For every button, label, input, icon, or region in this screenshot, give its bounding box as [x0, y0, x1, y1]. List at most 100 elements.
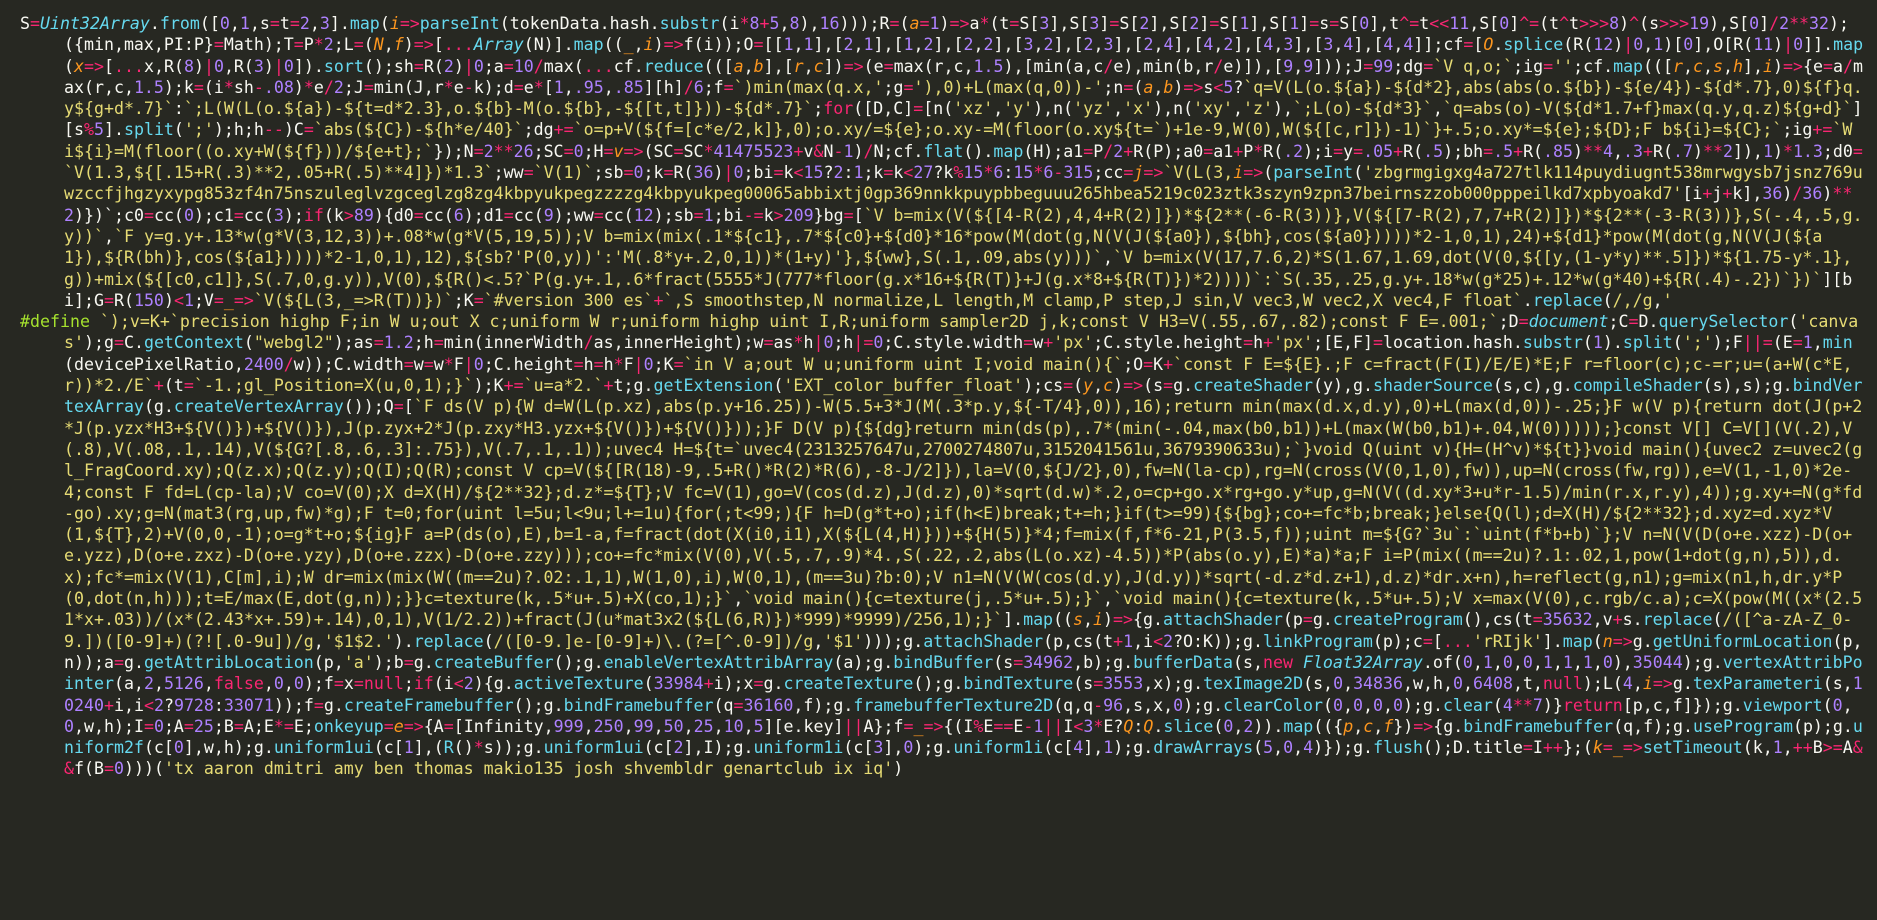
- code-token: ): [853, 141, 864, 161]
- code-token: 2: [1083, 35, 1094, 55]
- code-token: R(: [673, 163, 694, 183]
- code-token: 0: [1462, 652, 1473, 672]
- code-token: 'xy': [1193, 99, 1234, 119]
- code-token: =>: [399, 14, 420, 33]
- code-token: ;K: [453, 290, 474, 310]
- code-token: (c[: [643, 738, 674, 758]
- code-token: 26: [513, 141, 534, 161]
- code-token: 36: [693, 163, 714, 183]
- code-token: ,: [813, 631, 824, 651]
- code-token: ^=: [1399, 14, 1420, 33]
- code-token: (c[: [1043, 738, 1074, 758]
- code-token: ([: [199, 14, 220, 33]
- code-token: ;O: [1123, 354, 1144, 374]
- code-token: *: [739, 14, 750, 33]
- code-token: ).: [1602, 333, 1623, 353]
- code-token: 1.5: [973, 56, 1004, 76]
- code-token: 2: [333, 77, 344, 97]
- code-token: bindFramebuffer: [563, 695, 714, 715]
- code-token: =: [213, 290, 224, 310]
- code-token: *: [473, 738, 484, 758]
- code-token: +: [1163, 354, 1174, 374]
- code-token: #define: [20, 312, 100, 332]
- code-editor[interactable]: S=Uint32Array.from([0,1,s=t=2,3].map(i=>…: [0, 0, 1877, 920]
- code-token: f(i));O: [683, 35, 754, 55]
- code-token: );c1: [193, 205, 234, 225]
- code-token: `V(1.3,${[.15+R(.3)**2,.05+R(.5)**4]})*1…: [64, 163, 494, 183]
- code-token: [: [543, 77, 554, 97]
- code-token: 0: [183, 205, 194, 225]
- code-token: ,R(: [223, 56, 254, 76]
- code-token: ;C.height: [483, 354, 574, 374]
- code-token: i: [1642, 674, 1653, 694]
- code-token: +: [1263, 333, 1274, 353]
- code-token: (R(: [1563, 35, 1594, 55]
- code-token: 1: [703, 205, 714, 225]
- code-token: ();g.: [913, 674, 964, 694]
- code-token: s: [1203, 77, 1214, 97]
- code-token: a: [1833, 56, 1843, 76]
- code-token: ,: [1113, 99, 1124, 119]
- code-token: (: [243, 333, 254, 353]
- code-token: 0: [633, 163, 644, 183]
- code-token: 34962: [1023, 652, 1074, 672]
- code-token: null: [1542, 674, 1583, 694]
- code-token: ;C: [1608, 312, 1629, 332]
- code-token: 'xz': [953, 99, 994, 119]
- code-token: -: [1093, 695, 1104, 715]
- code-token: =: [1333, 141, 1344, 161]
- code-token: b: [1163, 77, 1174, 97]
- code-token: 0: [1683, 35, 1694, 55]
- code-token: .: [1522, 290, 1533, 310]
- code-token: .5: [1423, 141, 1444, 161]
- code-token: ,: [153, 674, 164, 694]
- code-token: **: [1702, 141, 1723, 161]
- code-token: =>: [1183, 77, 1204, 97]
- code-token: 50: [663, 716, 684, 736]
- code-token: (t: [163, 376, 184, 396]
- code-token: 1: [1562, 652, 1573, 672]
- code-token: 34836: [1353, 674, 1404, 694]
- code-token: `V(L(3,: [1163, 163, 1234, 183]
- code-token: =: [903, 77, 914, 97]
- code-token: }bg: [813, 205, 844, 225]
- code-token: =: [143, 205, 154, 225]
- code-token: 15: [803, 163, 824, 183]
- code-token: *: [533, 77, 544, 97]
- code-token: +: [1113, 631, 1124, 651]
- code-token: (N)].: [523, 35, 574, 55]
- code-token: =: [673, 354, 684, 374]
- code-token: *: [613, 354, 624, 374]
- code-token: ,: [1333, 35, 1344, 55]
- code-token: =: [393, 397, 404, 417]
- code-token: I: [1532, 738, 1543, 758]
- code-token: .: [1493, 35, 1504, 55]
- code-token: w));C.width: [293, 354, 404, 374]
- code-token: 4: [1263, 35, 1274, 55]
- code-token: t: [1419, 14, 1430, 33]
- code-token: <: [793, 163, 804, 183]
- code-token: ): [1573, 141, 1584, 161]
- code-token: createBuffer: [433, 652, 554, 672]
- code-token: sort: [323, 56, 364, 76]
- code-token: 2: [1722, 141, 1733, 161]
- code-token: ().: [963, 141, 994, 161]
- code-token: flat: [923, 141, 964, 161]
- code-token: =>: [1612, 631, 1633, 651]
- code-token: `q=abs(o)-V(${d*1.7+f}max(q.y,q.z)${g+d}…: [1442, 99, 1853, 119]
- code-token: (s: [993, 652, 1014, 672]
- code-token: 0: [1832, 695, 1843, 715]
- code-token: :: [1003, 163, 1014, 183]
- code-token: ): [293, 77, 304, 97]
- code-token: >>>: [1659, 14, 1690, 33]
- code-token: ,: [1432, 99, 1443, 119]
- code-token: =>: [1113, 610, 1134, 630]
- code-token: ]: [1099, 14, 1110, 33]
- code-line: S=Uint32Array.from([0,1,s=t=2,3].map(i=>…: [20, 13, 1871, 311]
- code-token: 0: [1392, 695, 1403, 715]
- code-token: ==: [993, 716, 1014, 736]
- code-token: createFramebuffer: [343, 695, 514, 715]
- code-token: [: [853, 205, 864, 225]
- code-token: "webgl2": [253, 333, 334, 353]
- code-token: 0: [64, 716, 74, 736]
